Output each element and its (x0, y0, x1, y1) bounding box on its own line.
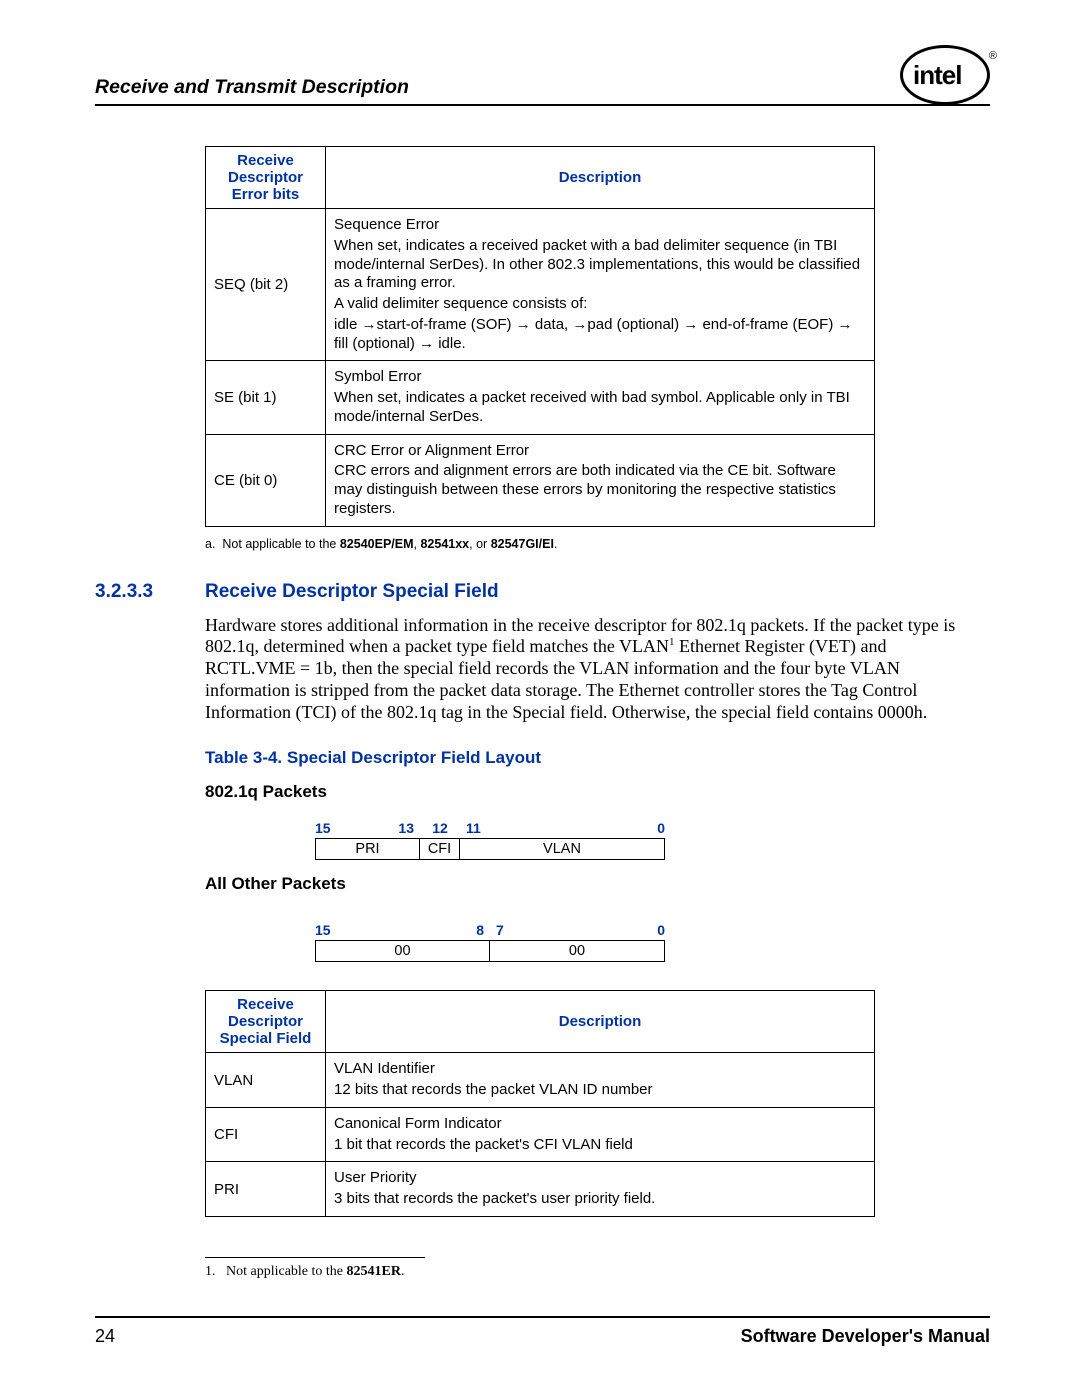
table-row: SE (bit 1) Symbol Error When set, indica… (206, 361, 875, 434)
bitfield-8021q: 15 13 12 11 0 PRI CFI VLAN (315, 820, 665, 860)
table1-footnote: a. Not applicable to the 82540EP/EM, 825… (205, 537, 990, 551)
section-paragraph: Hardware stores additional information i… (205, 615, 975, 725)
table-row: VLAN VLAN Identifier12 bits that records… (206, 1053, 875, 1108)
bit-name: SEQ (bit 2) (206, 209, 326, 361)
page-number: 24 (95, 1326, 115, 1347)
footnote: 1. Not applicable to the 82541ER. (205, 1264, 990, 1280)
subheader-8021q: 802.1q Packets (205, 782, 990, 802)
rx-descriptor-special-table: Receive Descriptor Special Field Descrip… (205, 990, 875, 1217)
bit-name: SE (bit 1) (206, 361, 326, 434)
intel-logo: ® (900, 45, 990, 105)
bit-name: CE (bit 0) (206, 434, 326, 526)
bit-desc: CRC Error or Alignment Error CRC errors … (326, 434, 875, 526)
section-heading: 3.2.3.3 Receive Descriptor Special Field (95, 581, 990, 603)
table-row: CE (bit 0) CRC Error or Alignment Error … (206, 434, 875, 526)
section-number: 3.2.3.3 (95, 581, 205, 603)
table-row: CFI Canonical Form Indicator1 bit that r… (206, 1107, 875, 1162)
table2-header-field: Receive Descriptor Special Field (206, 991, 326, 1053)
page-header: Receive and Transmit Description ® (95, 75, 990, 106)
table-caption: Table 3-4. Special Descriptor Field Layo… (205, 748, 990, 768)
bitfield-other: 15 8 7 0 00 00 (315, 922, 665, 962)
header-title: Receive and Transmit Description (95, 76, 409, 99)
bit-desc: Symbol Error When set, indicates a packe… (326, 361, 875, 434)
footnote-rule (205, 1257, 425, 1258)
subheader-other: All Other Packets (205, 874, 990, 894)
table2-header-desc: Description (326, 991, 875, 1053)
section-title: Receive Descriptor Special Field (205, 581, 499, 603)
rx-descriptor-error-table: Receive Descriptor Error bits Descriptio… (205, 146, 875, 527)
table-row: PRI User Priority3 bits that records the… (206, 1162, 875, 1217)
bit-desc: Sequence Error When set, indicates a rec… (326, 209, 875, 361)
table1-header-desc: Description (326, 147, 875, 209)
page-footer: 24 Software Developer's Manual (95, 1316, 990, 1347)
footer-title: Software Developer's Manual (741, 1326, 990, 1347)
table1-header-bits: Receive Descriptor Error bits (206, 147, 326, 209)
table-row: SEQ (bit 2) Sequence Error When set, ind… (206, 209, 875, 361)
